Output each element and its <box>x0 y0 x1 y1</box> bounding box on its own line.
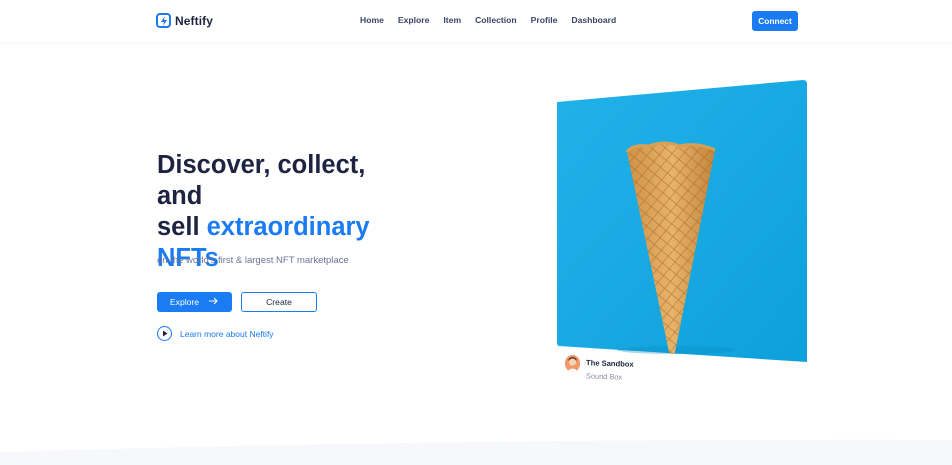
nav-item-explore[interactable]: Explore <box>398 15 430 25</box>
nav-item-profile[interactable]: Profile <box>531 15 558 25</box>
section-divider <box>0 439 952 465</box>
hero-title-sell: sell <box>157 213 207 241</box>
nav-item-collection[interactable]: Collection <box>475 15 517 25</box>
nav-item-home[interactable]: Home <box>360 15 384 25</box>
hero-subtitle: on the world's first & largest NFT marke… <box>157 255 349 266</box>
item-name: Sound Box <box>585 371 623 382</box>
top-navbar: Neftify Home Explore Item Collection Pro… <box>0 0 952 42</box>
arrow-right-icon <box>209 297 219 307</box>
avatar <box>565 355 580 372</box>
explore-button-label: Explore <box>169 297 200 307</box>
bolt-icon <box>156 13 171 28</box>
brand-name: Neftify <box>175 13 214 28</box>
brand-logo[interactable]: Neftify <box>156 13 213 28</box>
owner-name: The Sandbox <box>585 358 634 369</box>
hero-title-accent: extraordinary <box>206 213 370 241</box>
connect-button[interactable]: Connect <box>752 11 798 31</box>
nav-item-item[interactable]: Item <box>443 15 461 25</box>
play-icon <box>157 326 172 341</box>
learn-more-label: Learn more about Neftify <box>180 328 274 339</box>
explore-button[interactable]: Explore <box>157 292 232 312</box>
learn-more-link[interactable]: Learn more about Neftify <box>157 326 274 341</box>
create-button[interactable]: Create <box>241 292 317 312</box>
main-nav: Home Explore Item Collection Profile Das… <box>360 15 630 25</box>
featured-nft-card[interactable] <box>557 80 807 362</box>
nft-image <box>557 80 807 362</box>
hero-title-line1: Discover, collect, and <box>157 151 366 210</box>
nav-item-dashboard[interactable]: Dashboard <box>571 15 616 25</box>
